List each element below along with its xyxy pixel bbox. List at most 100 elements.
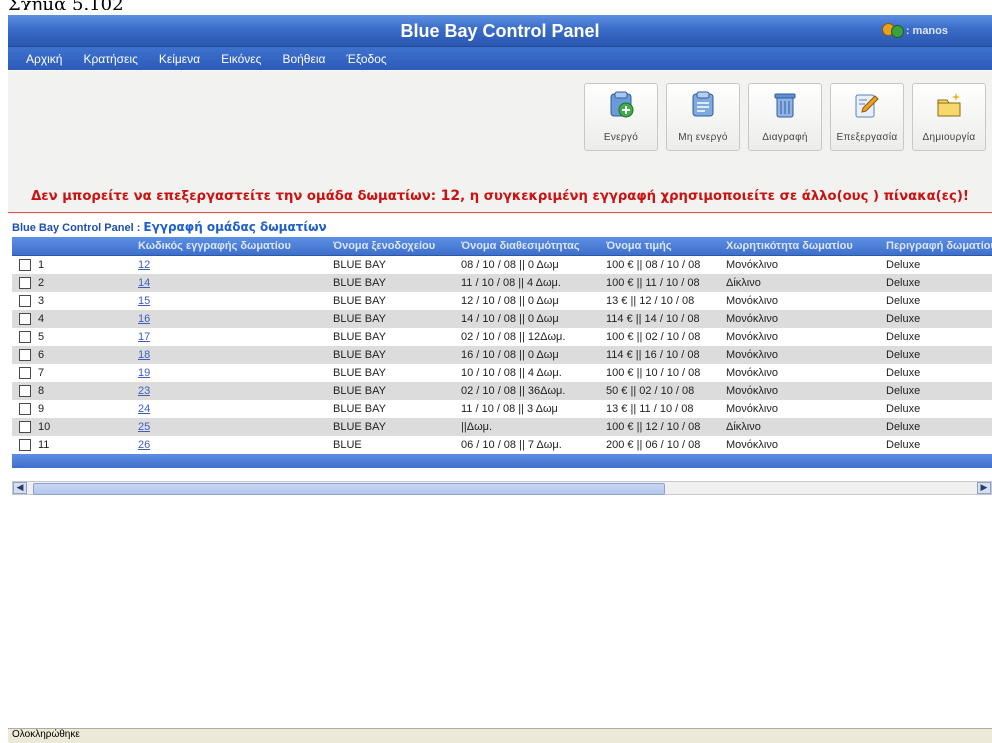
- breadcrumb-page: Εγγραφή ομάδας δωματίων: [143, 220, 327, 234]
- table-row: 9 24 BLUE BAY 11 / 10 / 08 || 3 Δωμ 13 € || …: [12, 400, 992, 418]
- row-number: 10: [38, 421, 51, 433]
- user-indicator: : manos: [881, 21, 948, 41]
- table-row: 10 25 BLUE BAY ||Δωμ. 100 € || 12 / 10 / 08 Δ…: [12, 418, 992, 436]
- table-row: 4 16 BLUE BAY 14 / 10 / 08 || 0 Δωμ 114 € ||…: [12, 310, 992, 328]
- room-code-link[interactable]: 18: [138, 349, 150, 361]
- row-checkbox[interactable]: [19, 439, 31, 451]
- table-row: 7 19 BLUE BAY 10 / 10 / 08 || 4 Δωμ. 100 € |…: [12, 364, 992, 382]
- row-checkbox[interactable]: [19, 331, 31, 343]
- activate-label: Ενεργό: [603, 132, 639, 143]
- capacity: Μονόκλινο: [726, 259, 778, 271]
- row-checkbox[interactable]: [19, 403, 31, 415]
- row-checkbox[interactable]: [19, 259, 31, 271]
- row-checkbox[interactable]: [19, 385, 31, 397]
- header-availability[interactable]: Όνομα διαθεσιμότητας: [461, 240, 580, 252]
- room-code-link[interactable]: 12: [138, 259, 150, 271]
- delete-icon: [770, 90, 800, 120]
- price: 100 € || 12 / 10 / 08: [606, 421, 701, 433]
- header-description[interactable]: Περιγραφή δωματίου: [886, 240, 992, 252]
- room-code-link[interactable]: 19: [138, 367, 150, 379]
- room-code-link[interactable]: 24: [138, 403, 150, 415]
- description: Deluxe: [886, 421, 921, 433]
- description: Deluxe: [886, 277, 921, 289]
- price: 100 € || 02 / 10 / 08: [606, 331, 701, 343]
- room-code-link[interactable]: 25: [138, 421, 150, 433]
- row-checkbox[interactable]: [19, 349, 31, 361]
- horizontal-scrollbar[interactable]: ◀ ▶: [12, 481, 992, 495]
- hotel-name: BLUE BAY: [333, 385, 386, 397]
- header-price[interactable]: Όνομα τιμής: [606, 240, 672, 252]
- create-icon: [934, 90, 964, 120]
- price: 100 € || 08 / 10 / 08: [606, 259, 701, 271]
- room-code-link[interactable]: 23: [138, 385, 150, 397]
- scroll-thumb[interactable]: [33, 483, 665, 495]
- price: 114 € || 14 / 10 / 08: [606, 313, 700, 325]
- deactivate-label: Μη ενεργό: [678, 132, 728, 143]
- availability: 06 / 10 / 08 || 7 Δωμ.: [461, 439, 562, 451]
- scroll-right-icon[interactable]: ▶: [977, 482, 991, 494]
- hotel-name: BLUE BAY: [333, 331, 386, 343]
- availability: ||Δωμ.: [461, 421, 493, 433]
- price: 13 € || 11 / 10 / 08: [606, 403, 694, 415]
- capacity: Μονόκλινο: [726, 385, 778, 397]
- price: 50 € || 02 / 10 / 08: [606, 385, 695, 397]
- edit-button[interactable]: Επεξεργασία: [830, 83, 904, 151]
- row-checkbox[interactable]: [19, 313, 31, 325]
- capacity: Δίκλινο: [726, 421, 761, 433]
- header-hotel[interactable]: Όνομα ξενοδοχείου: [333, 240, 435, 252]
- menu-item-home[interactable]: Αρχική: [26, 52, 62, 66]
- room-code-link[interactable]: 14: [138, 277, 150, 289]
- deactivate-button[interactable]: Μη ενεργό: [666, 83, 740, 151]
- capacity: Μονόκλινο: [726, 403, 778, 415]
- hotel-name: BLUE BAY: [333, 349, 386, 361]
- menu-item-exit[interactable]: Έξοδος: [346, 52, 386, 66]
- availability: 14 / 10 / 08 || 0 Δωμ: [461, 313, 559, 325]
- header-code[interactable]: Κωδικός εγγραφής δωματίου: [138, 240, 291, 252]
- table-row: 1 12 BLUE BAY 08 / 10 / 08 || 0 Δωμ 100 € ||…: [12, 256, 992, 274]
- room-code-link[interactable]: 15: [138, 295, 150, 307]
- capacity: Μονόκλινο: [726, 313, 778, 325]
- scroll-left-icon[interactable]: ◀: [13, 482, 27, 494]
- create-button[interactable]: Δημιουργία: [912, 83, 986, 151]
- menu-item-help[interactable]: Βοήθεια: [282, 52, 325, 66]
- header-capacity[interactable]: Χωρητικότητα δωματίου: [726, 240, 853, 252]
- table-row: 11 26 BLUE 06 / 10 / 08 || 7 Δωμ. 200 € || 0…: [12, 436, 992, 454]
- user-name: : manos: [905, 25, 948, 37]
- hotel-name: BLUE BAY: [333, 367, 386, 379]
- availability: 11 / 10 / 08 || 3 Δωμ: [461, 403, 558, 415]
- row-checkbox[interactable]: [19, 421, 31, 433]
- menu-item-bookings[interactable]: Κρατήσεις: [83, 52, 137, 66]
- row-checkbox[interactable]: [19, 295, 31, 307]
- table-row: 6 18 BLUE BAY 16 / 10 / 08 || 0 Δωμ 114 € ||…: [12, 346, 992, 364]
- divider-line: [8, 212, 992, 213]
- row-number: 9: [38, 403, 45, 415]
- room-code-link[interactable]: 17: [138, 331, 150, 343]
- edit-icon: [852, 90, 882, 120]
- activate-button[interactable]: Ενεργό: [584, 83, 658, 151]
- price: 114 € || 16 / 10 / 08: [606, 349, 700, 361]
- hotel-name: BLUE BAY: [333, 295, 386, 307]
- availability: 08 / 10 / 08 || 0 Δωμ: [461, 259, 559, 271]
- room-code-link[interactable]: 16: [138, 313, 150, 325]
- row-number: 5: [38, 331, 45, 343]
- status-bar: Ολοκληρώθηκε: [8, 728, 992, 743]
- menu-item-texts[interactable]: Κείμενα: [159, 52, 200, 66]
- row-checkbox[interactable]: [19, 277, 31, 289]
- room-code-link[interactable]: 26: [138, 439, 150, 451]
- capacity: Δίκλινο: [726, 277, 761, 289]
- price: 13 € || 12 / 10 / 08: [606, 295, 695, 307]
- error-group-id: 12: [440, 188, 461, 204]
- description: Deluxe: [886, 367, 921, 379]
- menu-item-images[interactable]: Εικόνες: [221, 52, 261, 66]
- activate-icon: [606, 90, 636, 120]
- availability: 10 / 10 / 08 || 4 Δωμ.: [461, 367, 562, 379]
- table-body: 1 12 BLUE BAY 08 / 10 / 08 || 0 Δωμ 100 € ||…: [12, 256, 992, 454]
- delete-button[interactable]: Διαγραφή: [748, 83, 822, 151]
- app-title: Blue Bay Control Panel: [400, 21, 600, 41]
- hotel-name: BLUE BAY: [333, 259, 386, 271]
- action-toolbar: Ενεργό Μη ενεργό Διαγραφή Επεξεργασία Δη…: [8, 71, 992, 214]
- hotel-name: BLUE BAY: [333, 403, 386, 415]
- edit-label: Επεξεργασία: [836, 132, 898, 143]
- row-checkbox[interactable]: [19, 367, 31, 379]
- availability: 02 / 10 / 08 || 36Δωμ.: [461, 385, 566, 397]
